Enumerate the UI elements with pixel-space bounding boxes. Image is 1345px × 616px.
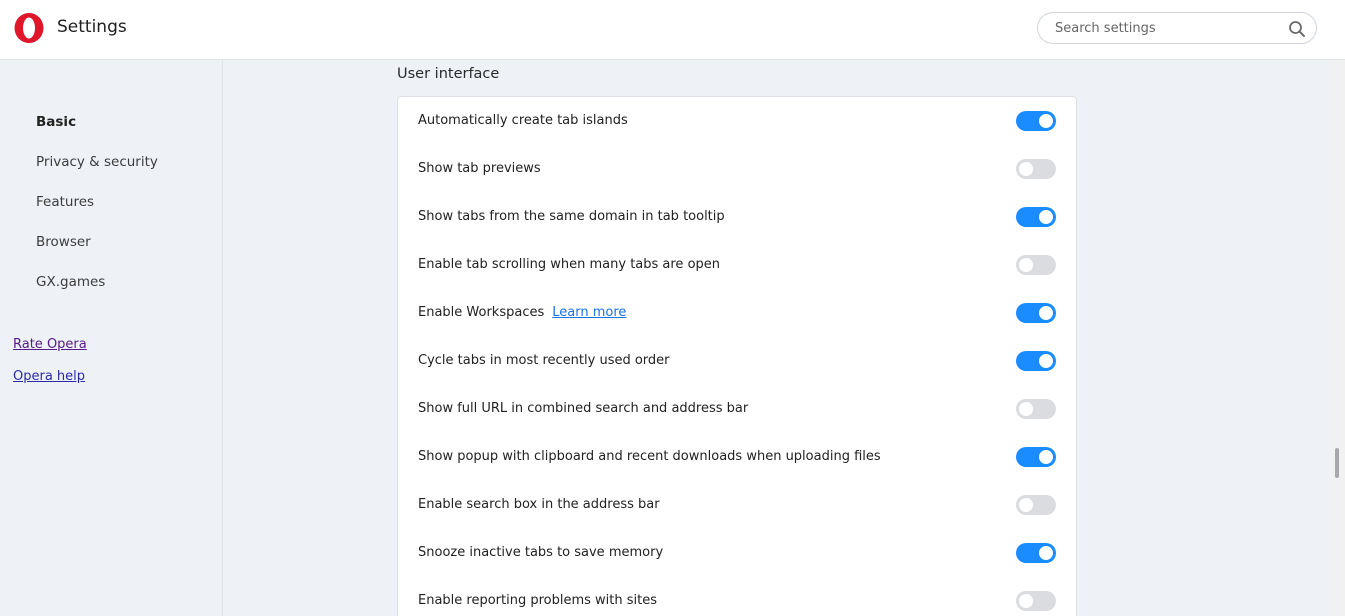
toggle-knob [1039,450,1053,464]
setting-label-wrapper: Enable Workspaces Learn more [418,305,626,320]
search-box[interactable] [1037,12,1317,44]
setting-label: Enable Workspaces [418,305,545,320]
toggle-switch[interactable] [1016,447,1056,467]
page-title: Settings [57,17,127,37]
opera-logo-icon [14,13,44,43]
setting-label: Show popup with clipboard and recent dow… [418,449,881,464]
toggle-knob [1019,258,1033,272]
search-icon[interactable] [1288,20,1306,38]
setting-label: Enable tab scrolling when many tabs are … [418,257,721,272]
setting-row-tab-scrolling: Enable tab scrolling when many tabs are … [398,241,1076,289]
toggle-switch[interactable] [1016,159,1056,179]
toggle-switch[interactable] [1016,543,1056,563]
toggle-knob [1039,306,1053,320]
setting-label: Cycle tabs in most recently used order [418,353,670,368]
setting-row-workspaces: Enable Workspaces Learn more [398,289,1076,337]
setting-label: Automatically create tab islands [418,113,628,128]
toggle-switch[interactable] [1016,495,1056,515]
toggle-knob [1019,594,1033,608]
rate-opera-link[interactable]: Rate Opera [13,337,87,352]
setting-row-cycle-tabs: Cycle tabs in most recently used order [398,337,1076,385]
sidebar-item-browser[interactable]: Browser [36,234,91,250]
toggle-knob [1039,114,1053,128]
setting-label: Snooze inactive tabs to save memory [418,545,664,560]
setting-row-search-box: Enable search box in the address bar [398,481,1076,529]
section-title: User interface [397,66,500,82]
setting-row-snooze-tabs: Snooze inactive tabs to save memory [398,529,1076,577]
setting-row-full-url: Show full URL in combined search and add… [398,385,1076,433]
setting-row-report-problems: Enable reporting problems with sites [398,577,1076,616]
sidebar-item-gx-games[interactable]: GX.games [36,274,105,290]
toggle-switch[interactable] [1016,255,1056,275]
learn-more-link[interactable]: Learn more [552,305,626,320]
toggle-knob [1019,402,1033,416]
setting-row-upload-popup: Show popup with clipboard and recent dow… [398,433,1076,481]
sidebar-item-features[interactable]: Features [36,194,94,210]
sidebar: Basic Privacy & security Features Browse… [0,60,223,616]
toggle-switch[interactable] [1016,207,1056,227]
setting-label: Show full URL in combined search and add… [418,401,749,416]
toggle-switch[interactable] [1016,111,1056,131]
toggle-switch[interactable] [1016,399,1056,419]
sidebar-item-privacy-security[interactable]: Privacy & security [36,154,158,170]
toggle-switch[interactable] [1016,591,1056,611]
setting-label: Enable reporting problems with sites [418,593,658,608]
toggle-knob [1019,162,1033,176]
setting-row-tab-previews: Show tab previews [398,145,1076,193]
toggle-knob [1039,354,1053,368]
setting-row-tab-islands: Automatically create tab islands [398,97,1076,145]
main-content: User interface Automatically create tab … [224,60,1329,616]
vertical-scrollbar[interactable] [1329,60,1345,616]
setting-label: Show tabs from the same domain in tab to… [418,209,725,224]
setting-label: Show tab previews [418,161,541,176]
scrollbar-thumb[interactable] [1335,448,1339,478]
toggle-switch[interactable] [1016,303,1056,323]
opera-help-link[interactable]: Opera help [13,369,85,384]
setting-row-same-domain-tooltip: Show tabs from the same domain in tab to… [398,193,1076,241]
settings-card: Automatically create tab islands Show ta… [397,96,1077,616]
toggle-knob [1019,498,1033,512]
toggle-knob [1039,546,1053,560]
search-input[interactable] [1055,18,1285,38]
setting-label: Enable search box in the address bar [418,497,660,512]
top-bar: Settings [0,0,1345,60]
toggle-switch[interactable] [1016,351,1056,371]
sidebar-item-basic[interactable]: Basic [36,114,76,130]
toggle-knob [1039,210,1053,224]
